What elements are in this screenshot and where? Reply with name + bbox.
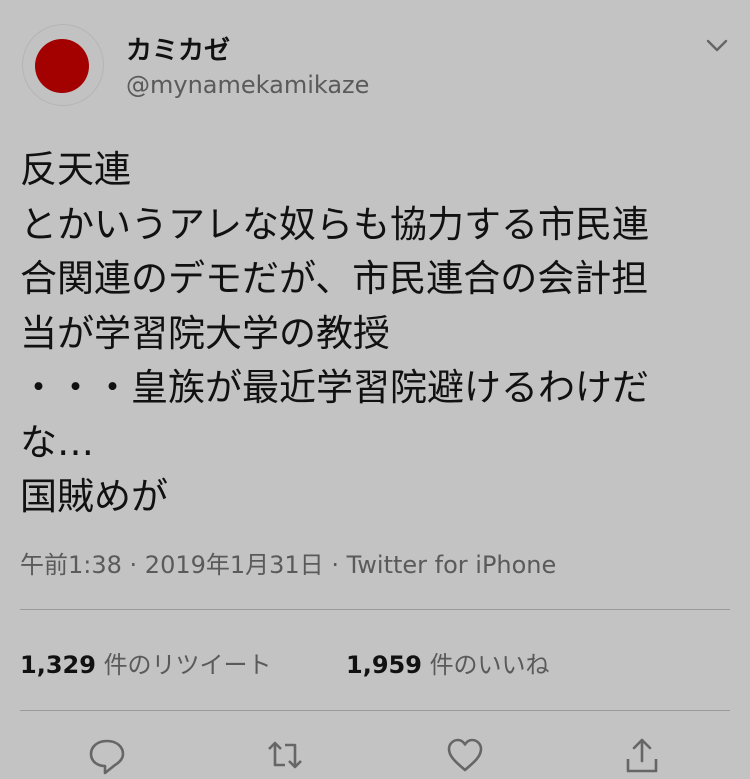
japan-flag-icon — [35, 39, 89, 93]
tweet-text-line: 国賊めが — [20, 475, 168, 518]
share-button[interactable] — [622, 735, 662, 775]
tweet-date: 2019年1月31日 — [144, 551, 324, 579]
reply-button[interactable] — [87, 735, 127, 775]
tweet-text-line: な… — [20, 420, 94, 464]
tweet-source[interactable]: Twitter for iPhone — [347, 551, 557, 579]
reply-icon — [89, 739, 125, 775]
heart-icon — [447, 738, 483, 772]
chevron-down-icon[interactable] — [705, 36, 729, 56]
tweet-meta: 午前1:38 · 2019年1月31日 · Twitter for iPhone — [20, 545, 556, 580]
tweet-text-line: 反天連 — [20, 148, 131, 191]
like-button[interactable] — [445, 735, 485, 775]
tweet-text-line: 合関連のデモだが、市民連合の会計担 — [20, 257, 649, 300]
retweet-count-link[interactable]: 1,329 件のリツイート — [20, 645, 272, 680]
avatar[interactable] — [22, 24, 104, 106]
divider — [20, 609, 730, 610]
user-handle[interactable]: @mynamekamikaze — [126, 71, 369, 99]
retweet-icon — [268, 741, 302, 769]
display-name[interactable]: カミカゼ — [126, 30, 230, 67]
like-count-label: 件のいいね — [429, 651, 550, 679]
retweet-button[interactable] — [265, 735, 305, 775]
tweet-time: 午前1:38 — [20, 551, 122, 579]
tweet-text-line: とかいうアレな奴らも協力する市民連 — [20, 202, 649, 246]
tweet-text-line: 当が学習院大学の教授 — [20, 311, 390, 355]
retweet-count: 1,329 — [20, 651, 96, 679]
retweet-count-label: 件のリツイート — [103, 651, 272, 679]
tweet-text-line: ・・・皇族が最近学習院避けるわけだ — [20, 366, 649, 409]
divider — [20, 710, 730, 711]
like-count: 1,959 — [346, 651, 422, 679]
like-count-link[interactable]: 1,959 件のいいね — [346, 645, 550, 680]
share-icon — [626, 738, 658, 773]
tweet-text: 反天連 とかいうアレな奴らも協力する市民連 合関連のデモだが、市民連合の会計担 … — [20, 143, 740, 525]
meta-separator: · — [323, 551, 347, 579]
meta-separator: · — [121, 551, 145, 579]
